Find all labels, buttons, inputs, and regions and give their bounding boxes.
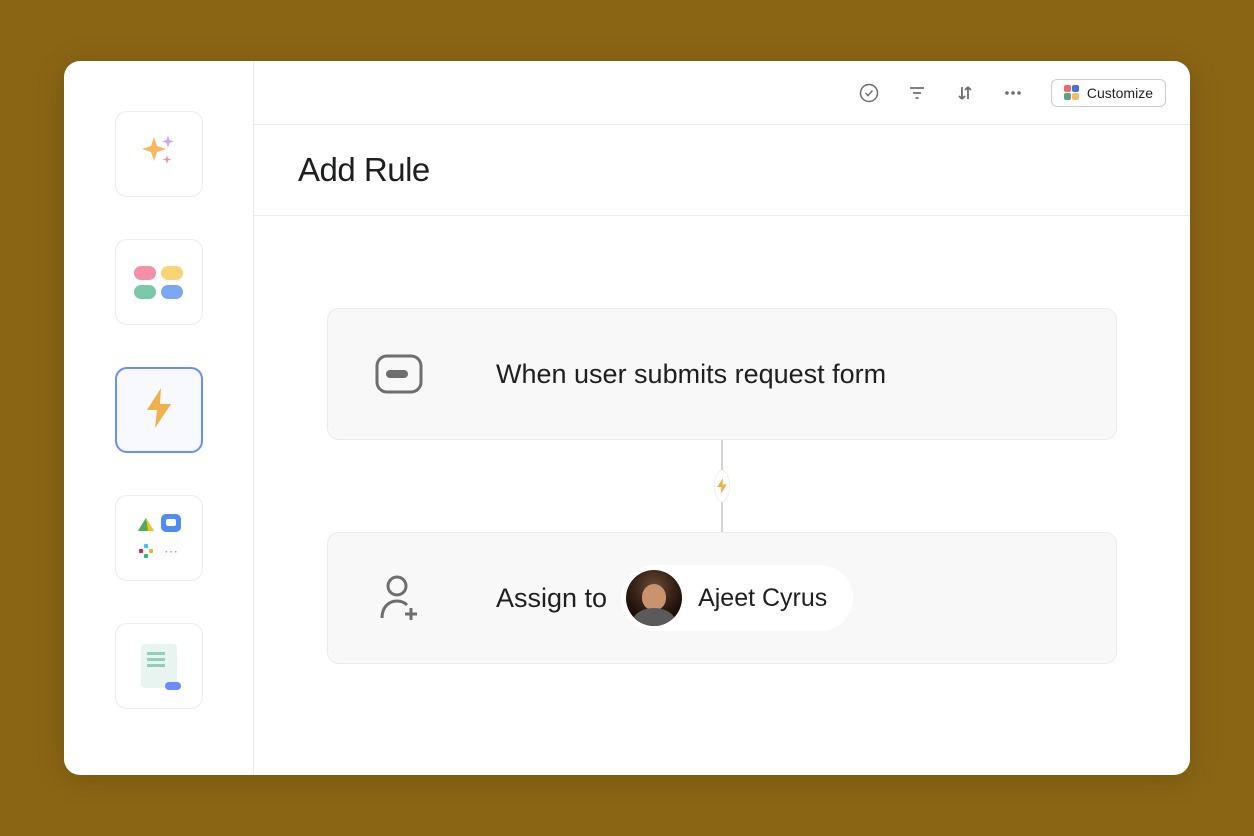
- action-card[interactable]: Assign to Ajeet Cyrus: [327, 532, 1117, 664]
- main-panel: Customize Add Rule When user submits req…: [254, 61, 1190, 775]
- check-circle-icon[interactable]: [859, 83, 879, 103]
- sparkle-icon: [138, 131, 180, 178]
- lightning-badge-icon: [714, 470, 730, 502]
- action-prefix: Assign to: [496, 583, 607, 614]
- app-window: ⋯: [64, 61, 1190, 775]
- connector: [721, 440, 723, 532]
- assignee-pill[interactable]: Ajeet Cyrus: [621, 565, 853, 631]
- sidebar: ⋯: [64, 61, 254, 775]
- customize-button[interactable]: Customize: [1051, 79, 1166, 107]
- sidebar-item-ai[interactable]: [115, 111, 203, 197]
- filter-icon[interactable]: [907, 83, 927, 103]
- grid-icon: [1064, 85, 1080, 101]
- more-icon[interactable]: [1003, 83, 1023, 103]
- fields-icon: [134, 266, 183, 299]
- page-title: Add Rule: [298, 151, 1146, 189]
- customize-label: Customize: [1087, 85, 1153, 101]
- assign-person-icon: [374, 574, 424, 622]
- page-header: Add Rule: [254, 125, 1190, 216]
- assignee-name: Ajeet Cyrus: [698, 584, 827, 613]
- apps-icon: ⋯: [135, 514, 183, 562]
- rule-canvas: When user submits request form: [254, 216, 1190, 775]
- lightning-icon: [141, 384, 177, 437]
- sidebar-item-rules[interactable]: [115, 367, 203, 453]
- sort-icon[interactable]: [955, 83, 975, 103]
- avatar: [626, 570, 682, 626]
- trigger-card[interactable]: When user submits request form: [327, 308, 1117, 440]
- document-icon: [141, 644, 177, 688]
- sidebar-item-apps[interactable]: ⋯: [115, 495, 203, 581]
- trigger-text: When user submits request form: [496, 359, 886, 390]
- sidebar-item-fields[interactable]: [115, 239, 203, 325]
- sidebar-item-forms[interactable]: [115, 623, 203, 709]
- form-icon: [374, 353, 424, 395]
- toolbar: Customize: [254, 61, 1190, 125]
